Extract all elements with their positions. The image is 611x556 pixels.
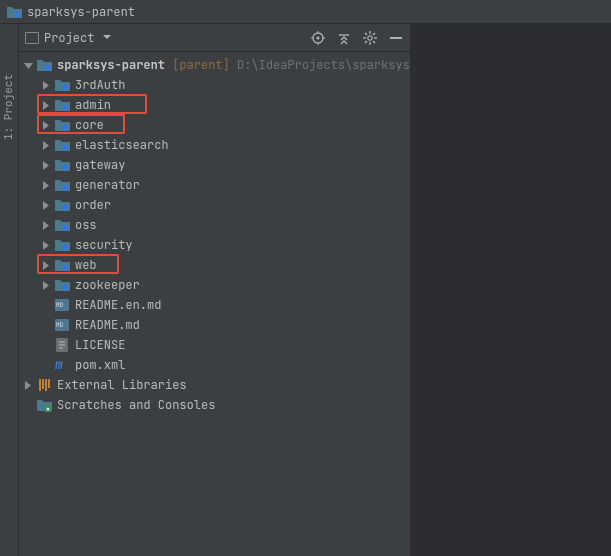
- tree-module-gateway[interactable]: gateway: [19, 155, 410, 175]
- module-label: elasticsearch: [75, 137, 169, 153]
- expand-arrow-icon[interactable]: [41, 240, 51, 250]
- tree-file-pom[interactable]: m pom.xml: [19, 355, 410, 375]
- tree-module-oss[interactable]: oss: [19, 215, 410, 235]
- svg-text:MD: MD: [56, 301, 64, 309]
- expand-arrow-icon[interactable]: [41, 80, 51, 90]
- collapse-all-icon[interactable]: [336, 30, 352, 46]
- tool-window-header: Project: [19, 24, 410, 52]
- module-folder-icon: [54, 98, 70, 112]
- chevron-down-icon: [103, 35, 111, 41]
- svg-text:m: m: [55, 358, 63, 372]
- module-label: zookeeper: [75, 277, 140, 293]
- tree-module-zookeeper[interactable]: zookeeper: [19, 275, 410, 295]
- tree-module-order[interactable]: order: [19, 195, 410, 215]
- root-label: sparksys-parent [parent] D:\IdeaProjects…: [57, 57, 410, 73]
- svg-text:MD: MD: [56, 321, 64, 329]
- tree-root-node[interactable]: sparksys-parent [parent] D:\IdeaProjects…: [19, 55, 410, 75]
- expand-arrow-icon[interactable]: [41, 180, 51, 190]
- tree-module-web[interactable]: web: [19, 255, 410, 275]
- tree-scratches[interactable]: Scratches and Consoles: [19, 395, 410, 415]
- module-label: generator: [75, 177, 140, 193]
- markdown-file-icon: MD: [54, 298, 70, 312]
- expand-arrow-icon[interactable]: [41, 140, 51, 150]
- module-label: admin: [75, 97, 111, 113]
- project-folder-icon: [6, 5, 22, 19]
- expand-arrow-icon[interactable]: [41, 260, 51, 270]
- module-label: 3rdAuth: [75, 77, 125, 93]
- module-label: core: [75, 117, 104, 133]
- module-folder-icon: [54, 278, 70, 292]
- locate-icon[interactable]: [310, 30, 326, 46]
- libraries-label: External Libraries: [57, 377, 187, 393]
- module-folder-icon: [54, 138, 70, 152]
- hide-icon[interactable]: [388, 30, 404, 46]
- module-folder-icon: [54, 118, 70, 132]
- module-label: order: [75, 197, 111, 213]
- project-tree[interactable]: sparksys-parent [parent] D:\IdeaProjects…: [19, 52, 410, 556]
- tree-file-readme-en[interactable]: MD README.en.md: [19, 295, 410, 315]
- editor-empty-area: [411, 24, 611, 556]
- view-mode-selector[interactable]: Project: [25, 30, 111, 46]
- window-titlebar: sparksys-parent: [0, 0, 611, 24]
- project-tool-window: Project: [19, 24, 411, 556]
- file-label: LICENSE: [75, 337, 125, 353]
- expand-arrow-icon[interactable]: [41, 100, 51, 110]
- expand-arrow-icon[interactable]: [41, 120, 51, 130]
- module-label: web: [75, 257, 97, 273]
- module-label: gateway: [75, 157, 125, 173]
- tree-module-admin[interactable]: admin: [19, 95, 410, 115]
- project-tool-button[interactable]: 1: Project: [2, 74, 16, 140]
- text-file-icon: [54, 338, 70, 352]
- expand-arrow-icon[interactable]: [41, 280, 51, 290]
- tool-window-stripe[interactable]: 1: Project: [0, 24, 19, 556]
- scratches-label: Scratches and Consoles: [57, 397, 215, 413]
- tree-module-generator[interactable]: generator: [19, 175, 410, 195]
- module-folder-icon: [54, 198, 70, 212]
- expand-arrow-icon[interactable]: [23, 380, 33, 390]
- expand-arrow-icon[interactable]: [41, 220, 51, 230]
- module-folder-icon: [36, 58, 52, 72]
- tree-module-3rdauth[interactable]: 3rdAuth: [19, 75, 410, 95]
- expand-arrow-icon[interactable]: [41, 200, 51, 210]
- tree-module-elasticsearch[interactable]: elasticsearch: [19, 135, 410, 155]
- maven-file-icon: m: [54, 358, 70, 372]
- tree-module-core[interactable]: core: [19, 115, 410, 135]
- file-label: README.en.md: [75, 297, 161, 313]
- module-label: oss: [75, 217, 97, 233]
- file-label: pom.xml: [75, 357, 125, 373]
- libraries-icon: [36, 378, 52, 392]
- scratches-icon: [36, 398, 52, 412]
- tree-file-license[interactable]: LICENSE: [19, 335, 410, 355]
- settings-gear-icon[interactable]: [362, 30, 378, 46]
- tree-module-security[interactable]: security: [19, 235, 410, 255]
- module-folder-icon: [54, 178, 70, 192]
- module-folder-icon: [54, 238, 70, 252]
- markdown-file-icon: MD: [54, 318, 70, 332]
- module-folder-icon: [54, 258, 70, 272]
- view-icon: [25, 32, 39, 44]
- module-folder-icon: [54, 158, 70, 172]
- tree-file-readme[interactable]: MD README.md: [19, 315, 410, 335]
- tool-window-title: Project: [44, 30, 94, 46]
- tree-external-libraries[interactable]: External Libraries: [19, 375, 410, 395]
- window-title: sparksys-parent: [27, 4, 135, 20]
- module-folder-icon: [54, 78, 70, 92]
- collapse-arrow-icon[interactable]: [23, 60, 33, 70]
- expand-arrow-icon[interactable]: [41, 160, 51, 170]
- file-label: README.md: [75, 317, 140, 333]
- module-folder-icon: [54, 218, 70, 232]
- module-label: security: [75, 237, 133, 253]
